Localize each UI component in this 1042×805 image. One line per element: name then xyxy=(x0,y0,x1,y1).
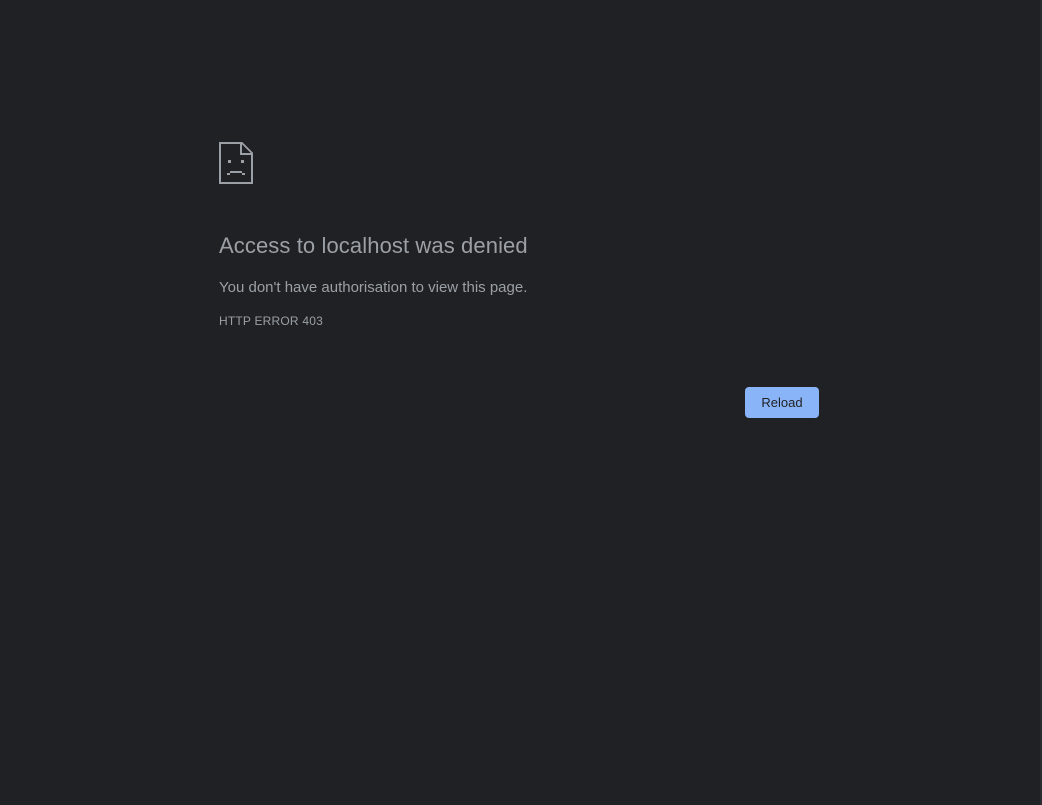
error-title: Access to localhost was denied xyxy=(219,233,528,258)
sad-document-icon xyxy=(219,142,253,184)
error-page: Access to localhost was denied You don't… xyxy=(0,0,1042,805)
error-content: Access to localhost was denied You don't… xyxy=(219,142,819,329)
error-summary: You don't have authorisation to view thi… xyxy=(219,279,528,296)
reload-button[interactable]: Reload xyxy=(745,387,819,418)
error-code: HTTP ERROR 403 xyxy=(219,314,323,328)
